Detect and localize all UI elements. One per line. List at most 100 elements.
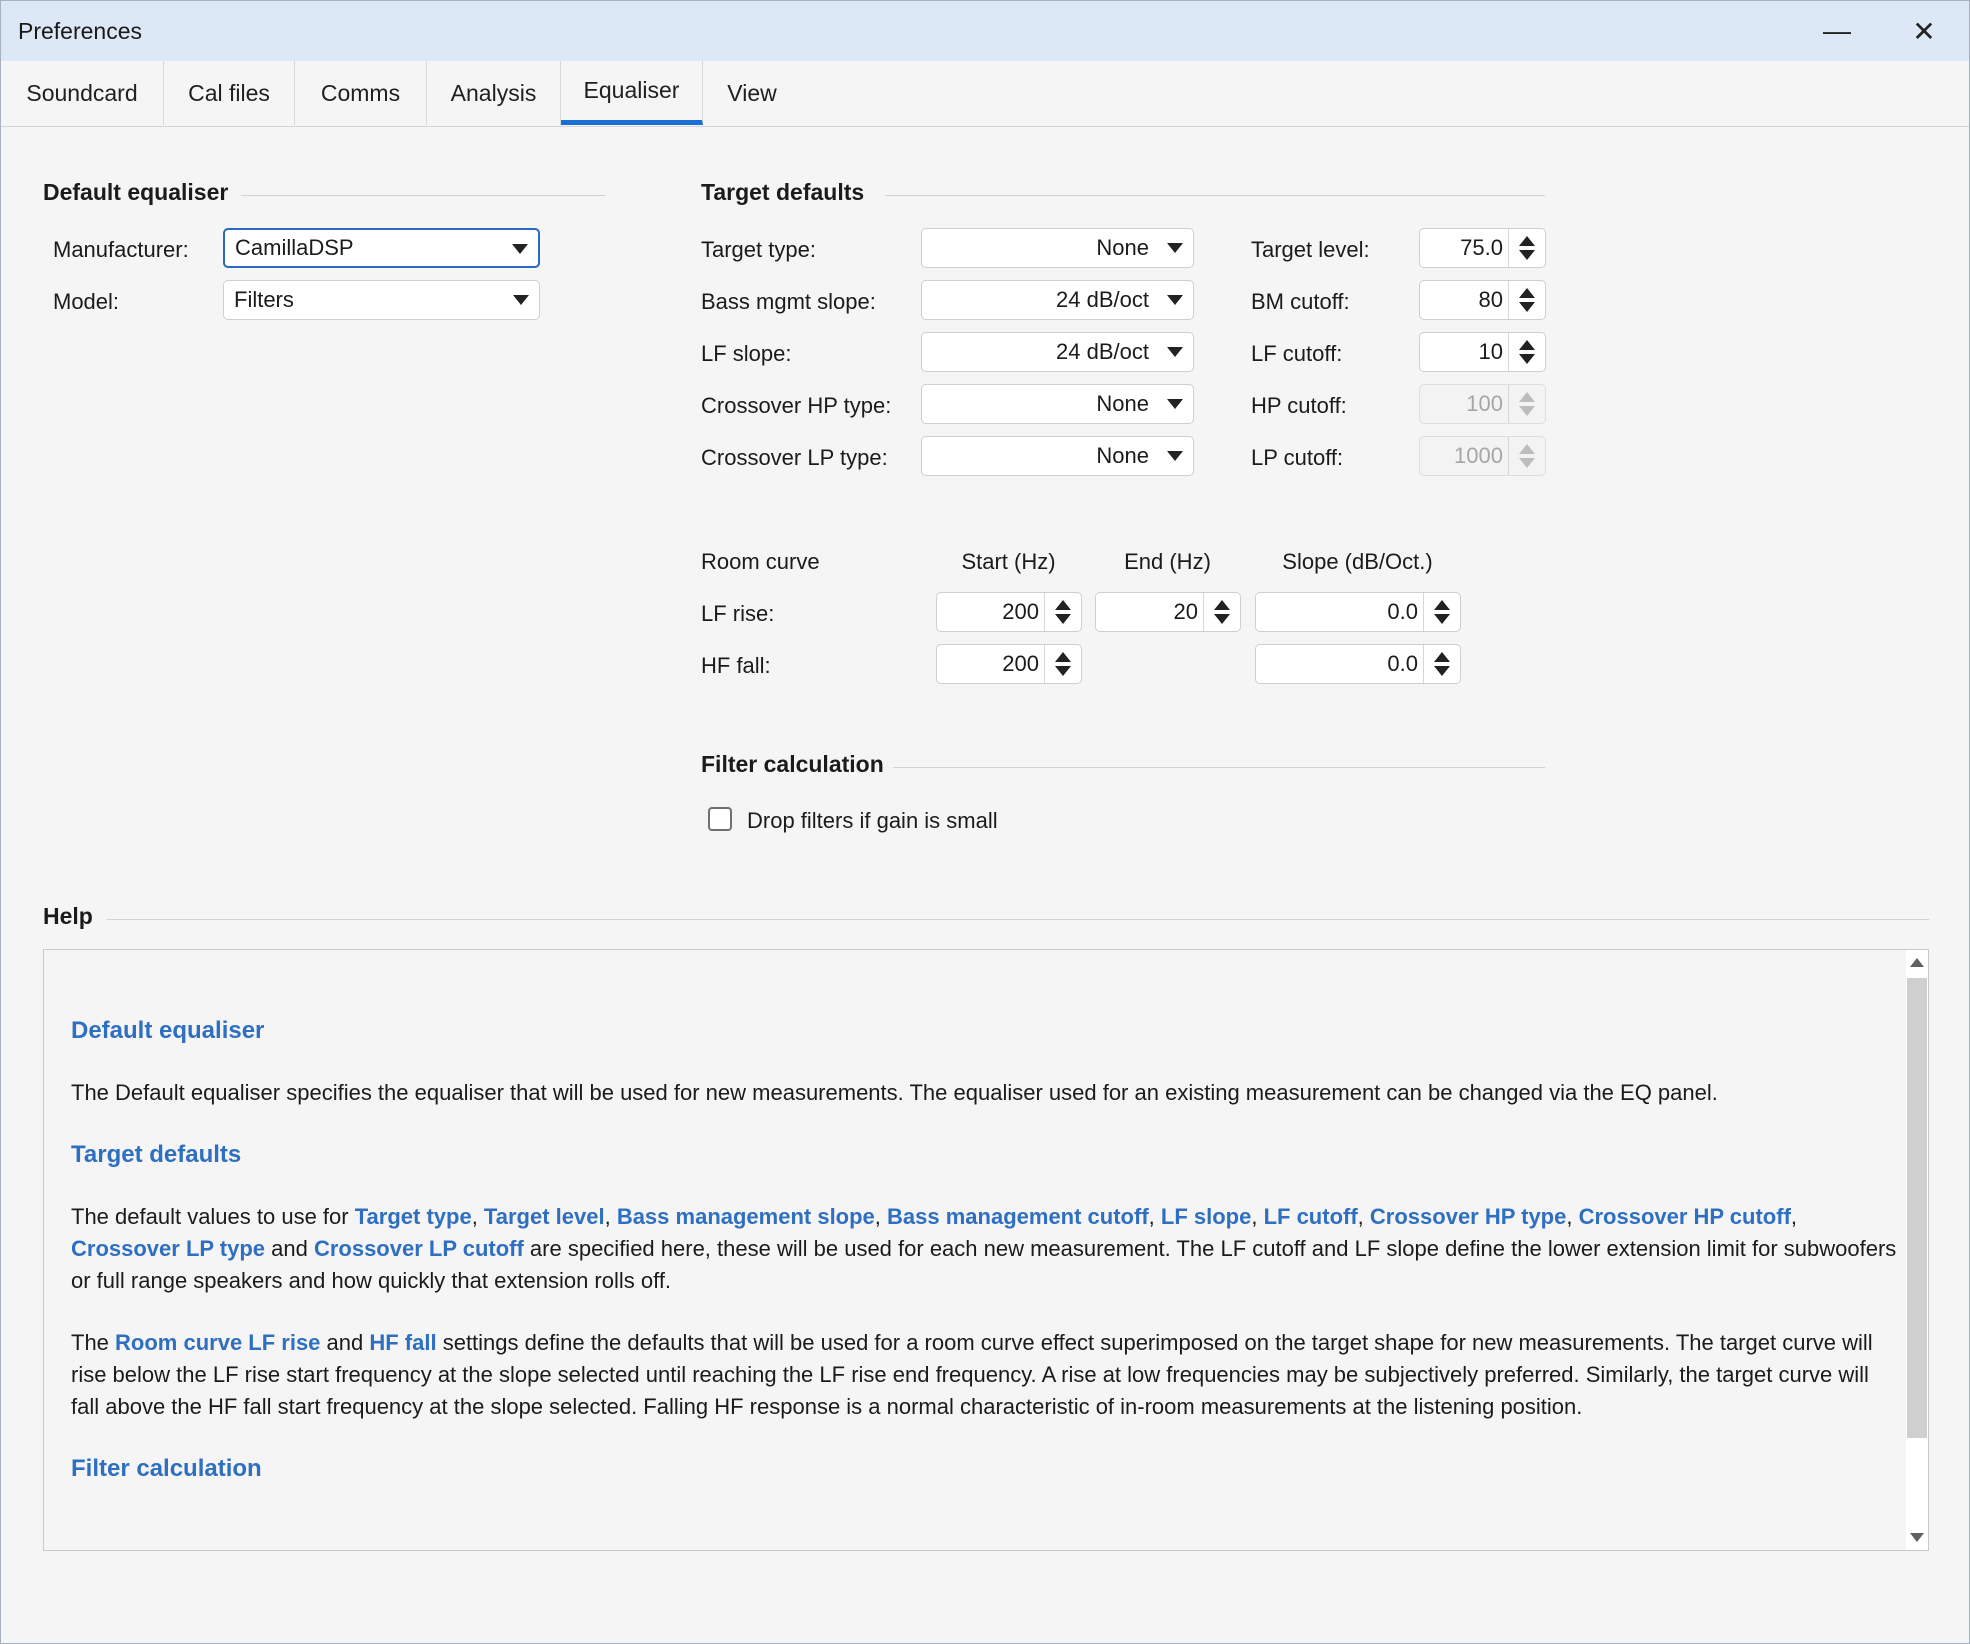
hf-fall-start-value: 200 xyxy=(1002,651,1039,676)
bass-mgmt-slope-select[interactable]: 24 dB/oct xyxy=(921,280,1194,320)
tab-view[interactable]: View xyxy=(703,61,801,125)
hf-fall-label: HF fall: xyxy=(701,653,771,678)
lf-cutoff-value: 10 xyxy=(1478,339,1503,364)
crossover-hp-type-value: None xyxy=(1096,391,1149,416)
help-scrollbar[interactable] xyxy=(1906,950,1928,1550)
tab-soundcard[interactable]: Soundcard xyxy=(1,61,164,125)
arrow-up-icon xyxy=(1519,288,1535,298)
model-value: Filters xyxy=(234,287,294,312)
lf-rise-end-spinner[interactable]: 20 xyxy=(1095,592,1241,632)
bm-cutoff-spinner[interactable]: 80 xyxy=(1419,280,1546,320)
arrow-up-icon xyxy=(1434,600,1450,610)
manufacturer-label: Manufacturer: xyxy=(53,237,189,262)
hp-cutoff-label: HP cutoff: xyxy=(1251,393,1347,418)
close-button[interactable]: ✕ xyxy=(1881,1,1967,61)
crossover-hp-type-select[interactable]: None xyxy=(921,384,1194,424)
tab-label: Cal files xyxy=(188,79,270,106)
spinner-buttons[interactable] xyxy=(1423,645,1460,683)
spinner-buttons[interactable] xyxy=(1508,229,1545,267)
lf-rise-start-spinner[interactable]: 200 xyxy=(936,592,1082,632)
manufacturer-select[interactable]: CamillaDSP xyxy=(223,228,540,268)
minimize-icon: — xyxy=(1823,15,1851,46)
close-icon: ✕ xyxy=(1912,15,1936,47)
lf-cutoff-label: LF cutoff: xyxy=(1251,341,1343,366)
lf-rise-label: LF rise: xyxy=(701,601,775,626)
chevron-down-icon xyxy=(512,244,528,254)
arrow-down-icon xyxy=(1214,614,1230,624)
scroll-up-icon[interactable] xyxy=(1910,958,1924,967)
section-divider xyxy=(893,767,1545,768)
lf-slope-value: 24 dB/oct xyxy=(1056,339,1149,364)
start-hz-header: Start (Hz) xyxy=(961,549,1056,574)
target-level-value: 75.0 xyxy=(1460,235,1503,260)
arrow-up-icon xyxy=(1519,392,1535,402)
spinner-buttons[interactable] xyxy=(1508,333,1545,371)
target-level-label: Target level: xyxy=(1251,237,1370,262)
help-heading-filter-calculation: Filter calculation xyxy=(71,1455,262,1482)
tab-analysis[interactable]: Analysis xyxy=(427,61,561,125)
hf-fall-slope-spinner[interactable]: 0.0 xyxy=(1255,644,1461,684)
spinner-buttons[interactable] xyxy=(1508,281,1545,319)
scroll-thumb[interactable] xyxy=(1907,978,1927,1438)
arrow-up-icon xyxy=(1214,600,1230,610)
help-link: Crossover HP type xyxy=(1369,1204,1567,1229)
crossover-lp-type-select[interactable]: None xyxy=(921,436,1194,476)
arrow-down-icon xyxy=(1519,406,1535,416)
arrow-down-icon xyxy=(1519,250,1535,260)
target-level-spinner[interactable]: 75.0 xyxy=(1419,228,1546,268)
lf-rise-slope-spinner[interactable]: 0.0 xyxy=(1255,592,1461,632)
scroll-down-icon[interactable] xyxy=(1910,1533,1924,1542)
crossover-hp-type-label: Crossover HP type: xyxy=(701,393,892,418)
tab-label: View xyxy=(727,79,777,106)
spinner-buttons[interactable] xyxy=(1044,593,1081,631)
target-type-value: None xyxy=(1096,235,1149,260)
drop-filters-label[interactable]: Drop filters if gain is small xyxy=(747,808,998,834)
preferences-window: Preferences — ✕ Soundcard Cal files Comm… xyxy=(0,0,1970,1644)
chevron-down-icon xyxy=(513,295,529,305)
help-link: LF slope xyxy=(1160,1204,1252,1229)
hp-cutoff-value: 100 xyxy=(1466,391,1503,416)
model-select[interactable]: Filters xyxy=(223,280,540,320)
target-type-select[interactable]: None xyxy=(921,228,1194,268)
arrow-up-icon xyxy=(1519,236,1535,246)
help-link: Crossover LP cutoff xyxy=(313,1236,524,1261)
arrow-up-icon xyxy=(1055,600,1071,610)
chevron-down-icon xyxy=(1167,295,1183,305)
target-defaults-heading: Target defaults xyxy=(701,179,865,205)
arrow-down-icon xyxy=(1519,302,1535,312)
help-paragraph: The default values to use for Target typ… xyxy=(71,1204,1897,1293)
lf-rise-end-value: 20 xyxy=(1173,599,1198,624)
crossover-lp-type-label: Crossover LP type: xyxy=(701,445,888,470)
tab-label: Comms xyxy=(320,79,401,106)
tab-equaliser[interactable]: Equaliser xyxy=(561,61,703,125)
spinner-buttons[interactable] xyxy=(1203,593,1240,631)
arrow-down-icon xyxy=(1055,614,1071,624)
help-paragraph: The Default equaliser specifies the equa… xyxy=(71,1080,1718,1105)
help-link: Target level xyxy=(483,1204,605,1229)
lf-cutoff-spinner[interactable]: 10 xyxy=(1419,332,1546,372)
arrow-down-icon xyxy=(1519,458,1535,468)
room-curve-label: Room curve xyxy=(701,549,820,574)
help-link: HF fall xyxy=(369,1330,437,1355)
drop-filters-checkbox[interactable] xyxy=(708,807,732,831)
tab-cal-files[interactable]: Cal files xyxy=(164,61,295,125)
hf-fall-slope-value: 0.0 xyxy=(1387,651,1418,676)
section-divider xyxy=(885,195,1545,196)
help-panel[interactable]: Default equaliser The Default equaliser … xyxy=(43,949,1929,1551)
spinner-buttons[interactable] xyxy=(1044,645,1081,683)
arrow-down-icon xyxy=(1434,614,1450,624)
section-divider xyxy=(107,919,1929,920)
lp-cutoff-value: 1000 xyxy=(1454,443,1503,468)
spinner-buttons[interactable] xyxy=(1423,593,1460,631)
help-link: Room curve LF rise xyxy=(115,1330,321,1355)
bass-mgmt-slope-value: 24 dB/oct xyxy=(1056,287,1149,312)
lf-rise-slope-value: 0.0 xyxy=(1387,599,1418,624)
crossover-lp-type-value: None xyxy=(1096,443,1149,468)
manufacturer-value: CamillaDSP xyxy=(235,235,354,260)
arrow-up-icon xyxy=(1434,652,1450,662)
tab-comms[interactable]: Comms xyxy=(295,61,427,125)
hf-fall-start-spinner[interactable]: 200 xyxy=(936,644,1082,684)
minimize-button[interactable]: — xyxy=(1794,1,1880,61)
lf-slope-select[interactable]: 24 dB/oct xyxy=(921,332,1194,372)
help-link: Bass management slope xyxy=(616,1204,875,1229)
